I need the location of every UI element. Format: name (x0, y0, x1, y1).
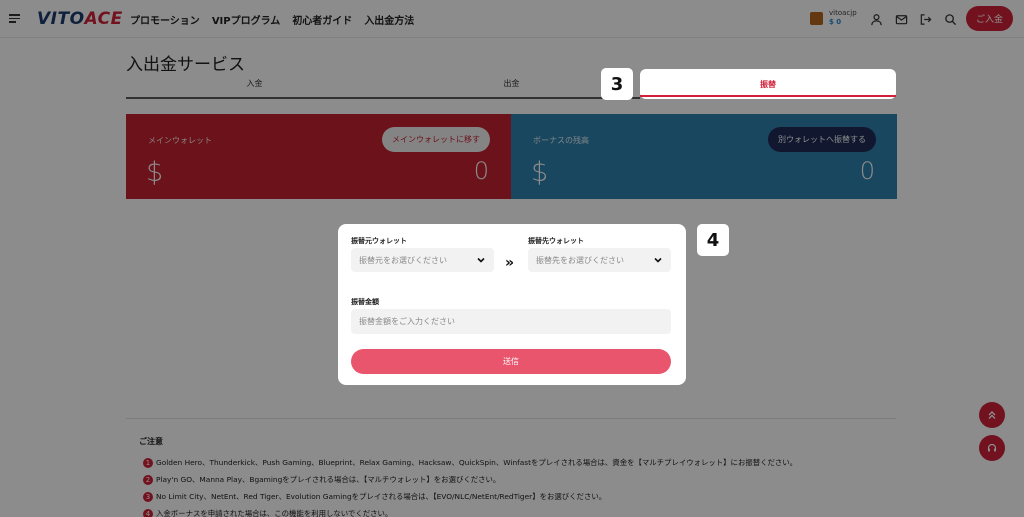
nav-item-beginner-guide[interactable]: 初心者ガイド (292, 12, 352, 27)
note-text: No Limit City、NetEnt、Red Tiger、Evolution… (156, 492, 607, 501)
nav-item-promotions[interactable]: プロモーション (130, 12, 200, 27)
transfer-to-other-wallet-button[interactable]: 別ウォレットへ振替する (768, 127, 876, 152)
amount-input[interactable] (351, 309, 671, 334)
step-badge-4: 4 (697, 224, 729, 256)
tab-deposit[interactable]: 入金 (126, 69, 383, 99)
note-text: Play'n GO、Manna Play、Bgamingをプレイされる場合は、【… (156, 475, 501, 484)
bonus-wallet-amount: 0 (859, 157, 875, 185)
main-wallet-card: メインウォレット メインウォレットに移す $ 0 (126, 114, 511, 199)
main-wallet-amount: 0 (473, 157, 489, 185)
to-wallet-placeholder: 振替先をお選びください (536, 255, 624, 265)
nav-item-payment-methods[interactable]: 入出金方法 (364, 12, 414, 27)
mail-icon[interactable] (894, 12, 908, 26)
main-nav: プロモーション VIPプログラム 初心者ガイド 入出金方法 (130, 12, 414, 27)
bonus-balance-label: ボーナスの残高 (533, 136, 589, 145)
from-wallet-placeholder: 振替元をお選びください (359, 255, 447, 265)
submit-button[interactable]: 送信 (351, 349, 671, 374)
section-divider (126, 418, 896, 419)
main-wallet-label: メインウォレット (148, 136, 212, 145)
wallet-summary: メインウォレット メインウォレットに移す $ 0 ボーナスの残高 別ウォレットへ… (126, 114, 897, 199)
top-header: VITOACE プロモーション VIPプログラム 初心者ガイド 入出金方法 vi… (0, 0, 1024, 38)
note-number: 2 (143, 474, 153, 485)
search-icon[interactable] (943, 12, 957, 26)
nav-item-vip[interactable]: VIPプログラム (212, 12, 281, 27)
profile-icon[interactable] (869, 12, 883, 26)
bonus-wallet-card: ボーナスの残高 別ウォレットへ振替する $ 0 (511, 114, 897, 199)
double-chevron-up-icon (988, 411, 996, 419)
notes-title: ご注意 (139, 437, 163, 446)
note-text: 入金ボーナスを申請された場合は、この機能を利用しないでください。 (156, 509, 393, 517)
note-text: Golden Hero、Thunderkick、Push Gaming、Blue… (156, 458, 798, 467)
main-wallet-currency: $ (146, 157, 164, 188)
from-wallet-select[interactable]: 振替元をお選びください (351, 248, 494, 272)
menu-icon[interactable] (9, 14, 20, 23)
logout-icon[interactable] (918, 12, 932, 26)
headset-icon (987, 443, 997, 452)
step-badge-3: 3 (601, 68, 633, 100)
vip-rank-icon (810, 11, 823, 25)
note-number: 4 (143, 508, 153, 517)
site-logo[interactable]: VITOACE (37, 9, 123, 29)
username: vitoacjp (829, 9, 857, 17)
transfer-direction-icon: » (505, 255, 515, 271)
note-item: 2 Play'n GO、Manna Play、Bgamingをプレイされる場合は… (143, 474, 500, 485)
chevron-down-icon (477, 257, 485, 263)
from-wallet-label: 振替元ウォレット (351, 237, 407, 245)
header-balance: $ 0 (829, 18, 842, 26)
note-number: 3 (143, 491, 153, 502)
note-item: 4 入金ボーナスを申請された場合は、この機能を利用しないでください。 (143, 508, 392, 517)
note-item: 3 No Limit City、NetEnt、Red Tiger、Evoluti… (143, 491, 606, 502)
move-to-main-wallet-button[interactable]: メインウォレットに移す (382, 127, 490, 152)
to-wallet-select[interactable]: 振替先をお選びください (528, 248, 671, 272)
support-chat-button[interactable] (979, 435, 1005, 461)
tab-transfer[interactable]: 振替 (640, 69, 896, 99)
note-item: 1 Golden Hero、Thunderkick、Push Gaming、Bl… (143, 457, 797, 468)
bonus-wallet-currency: $ (531, 157, 549, 188)
amount-label: 振替金額 (351, 298, 379, 306)
user-info[interactable]: vitoacjp $ 0 (810, 9, 857, 27)
transfer-form: 振替元ウォレット 振替元をお選びください » 振替先ウォレット 振替先をお選びく… (338, 224, 686, 385)
to-wallet-label: 振替先ウォレット (528, 237, 584, 245)
scroll-top-button[interactable] (979, 402, 1005, 428)
deposit-button[interactable]: ご入金 (966, 6, 1013, 31)
chevron-down-icon (654, 257, 662, 263)
note-number: 1 (143, 457, 153, 468)
